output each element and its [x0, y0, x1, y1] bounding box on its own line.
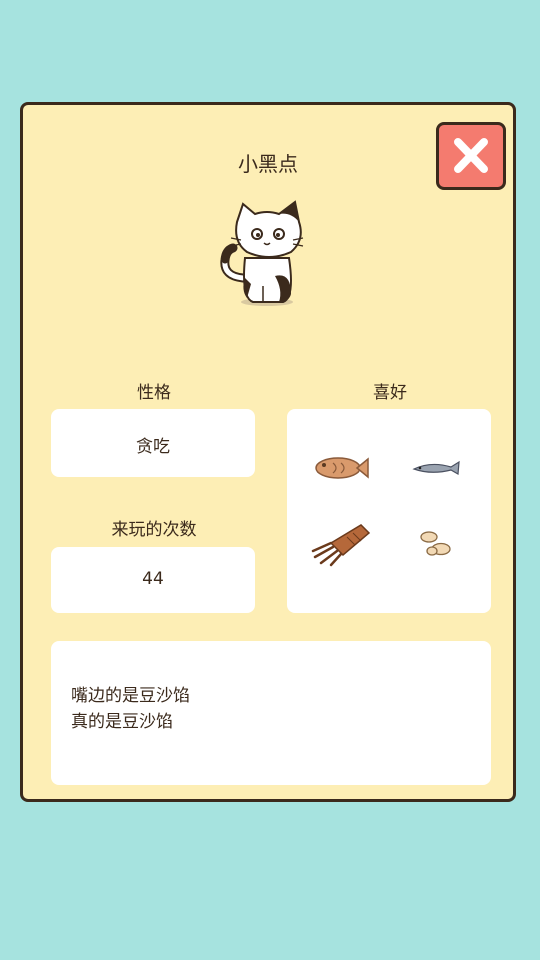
message-card: 嘴边的是豆沙馅 真的是豆沙馅	[51, 641, 491, 785]
fish-cracker-icon	[315, 457, 369, 479]
cat-illustration	[220, 200, 304, 306]
message-text: 嘴边的是豆沙馅 真的是豆沙馅	[71, 683, 190, 735]
dried-squid-icon	[311, 524, 371, 567]
visits-value: 44	[142, 569, 164, 589]
favorites-label: 喜好	[373, 383, 407, 403]
cat-name: 小黑点	[238, 152, 298, 176]
visits-card: 44	[51, 547, 255, 613]
personality-label: 性格	[137, 383, 171, 403]
personality-card: 贪吃	[51, 409, 255, 477]
message-line: 真的是豆沙馅	[71, 712, 173, 732]
personality-value: 贪吃	[136, 437, 170, 457]
favorites-card	[287, 409, 491, 613]
message-line: 嘴边的是豆沙馅	[71, 686, 190, 706]
sardine-icon	[412, 460, 460, 475]
visits-label: 来玩的次数	[111, 520, 197, 540]
cat-profile-panel: 小黑点 性格 喜好 贪吃 来玩的次数 44 嘴边的是豆沙馅 真的是豆沙馅	[20, 102, 516, 802]
peanuts-icon	[420, 531, 451, 556]
